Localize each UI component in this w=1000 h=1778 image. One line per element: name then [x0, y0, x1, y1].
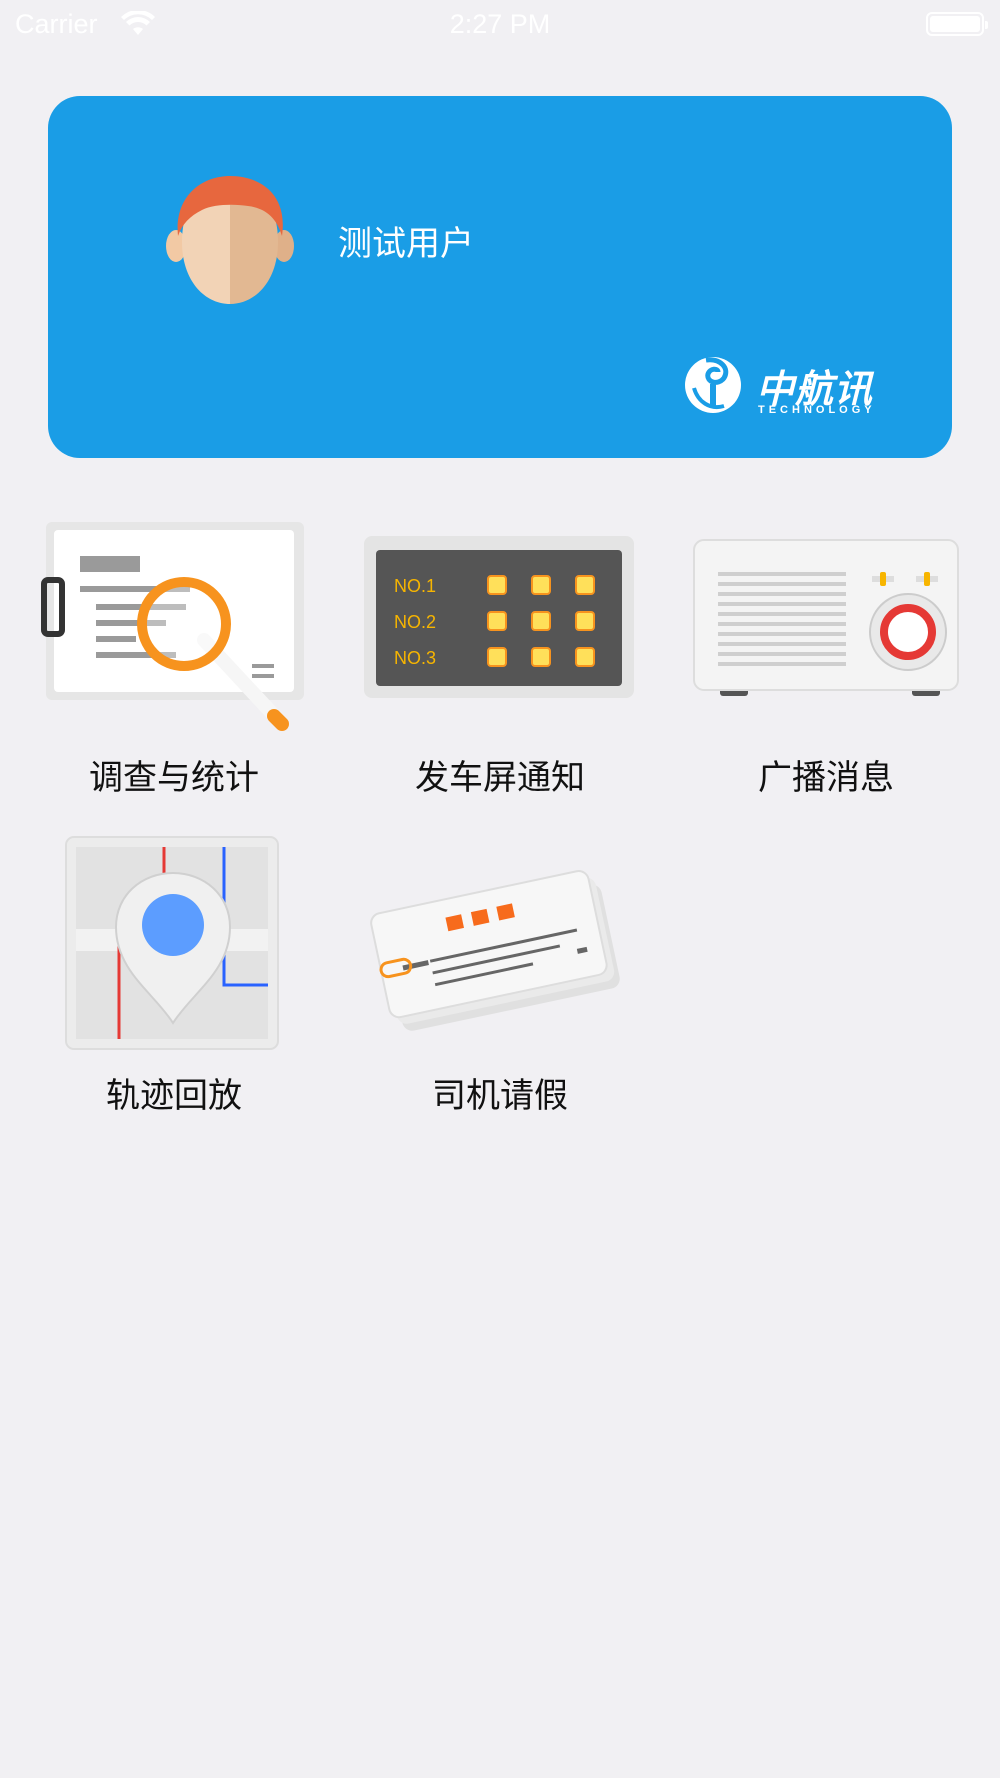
- battery-icon: [926, 12, 988, 36]
- departure-screen-icon: NO.1 NO.2 NO.3: [364, 536, 634, 698]
- menu-item-track-playback[interactable]: 轨迹回放: [24, 833, 324, 1133]
- map-pin-icon: [65, 836, 279, 1050]
- menu-item-survey[interactable]: 调查与统计: [24, 510, 324, 810]
- screen-row-3: NO.3: [394, 648, 436, 668]
- user-card[interactable]: 测试用户 中航讯 TECHNOLOGY: [48, 96, 952, 458]
- menu-item-label: 发车屏通知: [415, 758, 585, 798]
- menu-item-label: 司机请假: [432, 1076, 568, 1116]
- status-bar: Carrier 2:27 PM: [0, 0, 1000, 50]
- user-name: 测试用户: [338, 224, 474, 264]
- menu-item-label: 广播消息: [758, 758, 894, 798]
- status-time: 2:27 PM: [449, 9, 551, 39]
- menu-item-label: 调查与统计: [89, 758, 259, 798]
- menu-item-broadcast[interactable]: 广播消息: [676, 510, 976, 810]
- avatar: [166, 176, 294, 304]
- screen-row-2: NO.2: [394, 612, 436, 632]
- survey-magnifier-icon: [41, 522, 304, 731]
- screen-row-1: NO.1: [394, 576, 436, 596]
- brand-logo-icon: [685, 357, 741, 413]
- menu-item-driver-leave[interactable]: 司机请假: [350, 833, 650, 1133]
- menu-item-departure-screen[interactable]: NO.1 NO.2 NO.3 发车屏通知: [350, 510, 650, 810]
- brand-subtitle: TECHNOLOGY: [758, 404, 876, 416]
- radio-icon: [693, 539, 959, 696]
- menu-item-label: 轨迹回放: [106, 1076, 242, 1116]
- leave-cards-icon: [370, 870, 620, 1031]
